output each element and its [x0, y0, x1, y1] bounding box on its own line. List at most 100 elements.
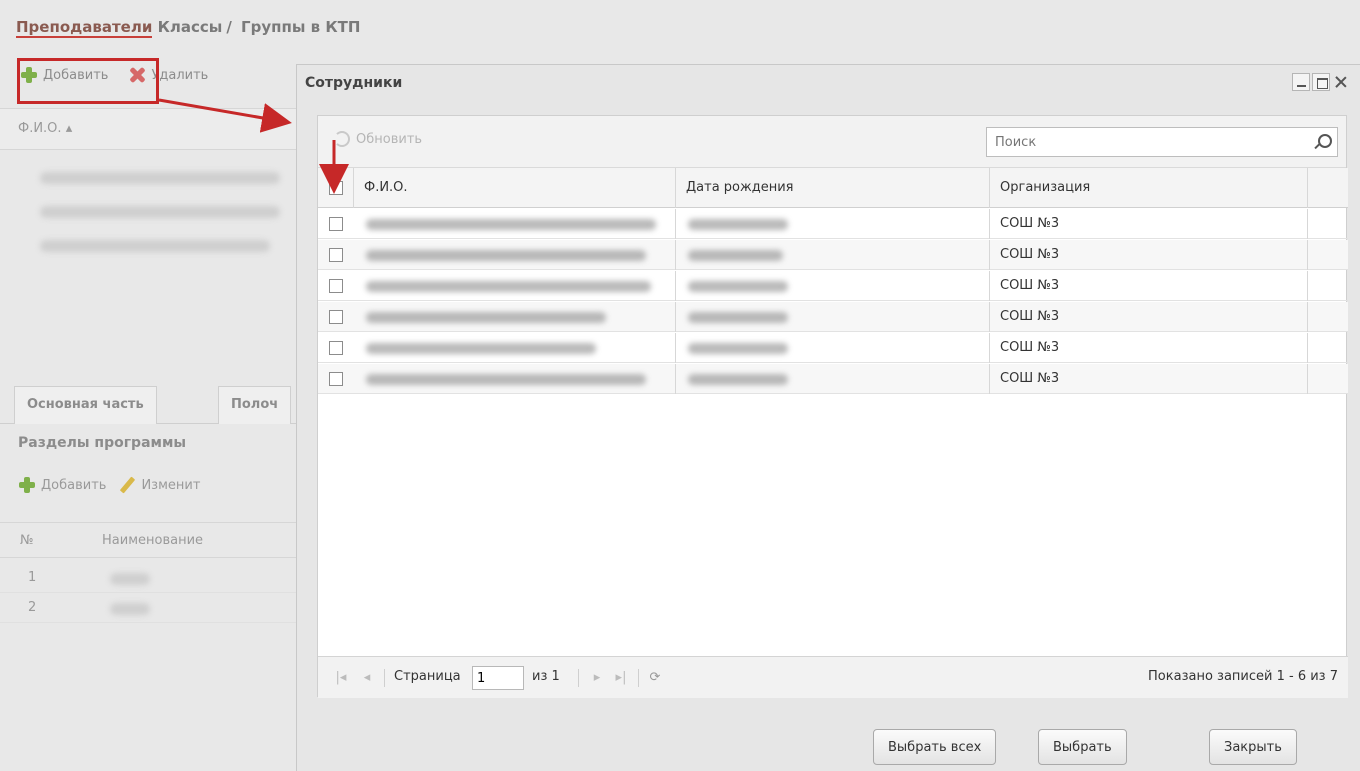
section-edit-label: Изменит — [141, 477, 201, 493]
fio-cell — [354, 364, 676, 394]
table-row[interactable]: СОШ №3 — [318, 333, 1348, 363]
row-checkbox[interactable] — [329, 372, 343, 386]
table-row[interactable]: СОШ №3 — [318, 302, 1348, 332]
row-checkbox[interactable] — [329, 217, 343, 231]
grid-header: Ф.И.О. Дата рождения Организация — [318, 168, 1348, 208]
breadcrumb-classes[interactable]: Классы — [158, 18, 223, 36]
window-title: Сотрудники — [305, 75, 403, 91]
section-edit-button[interactable]: Изменит — [118, 476, 200, 494]
section-row-num: 1 — [28, 570, 37, 585]
pager-separator — [384, 669, 385, 687]
maximize-icon[interactable] — [1312, 73, 1330, 91]
col-fio-header[interactable]: Ф.И.О. — [354, 168, 676, 208]
table-row[interactable]: СОШ №3 — [318, 240, 1348, 270]
birth-cell — [676, 302, 990, 332]
refresh-button[interactable]: Обновить — [334, 131, 422, 147]
select-all-button[interactable]: Выбрать всех — [873, 729, 997, 765]
org-cell: СОШ №3 — [990, 333, 1308, 363]
select-button[interactable]: Выбрать — [1038, 729, 1127, 765]
window-controls — [1292, 73, 1350, 91]
row-checkbox[interactable] — [329, 341, 343, 355]
employees-window: Сотрудники Обновить Ф.И.О. Дата рождения… — [296, 64, 1360, 771]
row-checkbox[interactable] — [329, 248, 343, 262]
refresh-label: Обновить — [356, 131, 423, 147]
pager-separator — [578, 669, 579, 687]
blurred-fio — [366, 250, 646, 261]
fio-cell — [354, 209, 676, 239]
search-icon[interactable] — [1313, 133, 1332, 151]
delete-label: Удалить — [151, 67, 209, 83]
sections-toolbar: Добавить Изменит — [18, 476, 200, 494]
blurred-teacher-row[interactable] — [40, 172, 280, 184]
close-icon[interactable] — [1332, 73, 1350, 91]
last-page-icon[interactable]: ▸| — [614, 671, 628, 685]
grid-toolbar: Обновить — [318, 116, 1346, 168]
table-row[interactable]: СОШ №3 — [318, 271, 1348, 301]
search-input[interactable] — [987, 128, 1287, 156]
section-row[interactable]: 2 — [0, 593, 300, 623]
reload-icon[interactable]: ⟳ — [648, 671, 662, 685]
blurred-birthdate — [688, 281, 788, 292]
tab-second[interactable]: Полоч — [218, 386, 292, 424]
row-checkbox[interactable] — [329, 310, 343, 324]
col-num-header[interactable]: № — [20, 533, 34, 548]
section-add-button[interactable]: Добавить — [18, 476, 106, 494]
teachers-fio-header[interactable]: Ф.И.О. ▴ — [0, 108, 300, 150]
page-of-label: из 1 — [532, 669, 560, 684]
minimize-icon[interactable] — [1292, 73, 1310, 91]
birth-cell — [676, 364, 990, 394]
table-row[interactable]: СОШ №3 — [318, 209, 1348, 239]
blurred-fio — [366, 219, 656, 230]
fio-cell — [354, 333, 676, 363]
sort-icon: ▴ — [65, 121, 73, 136]
blurred-birthdate — [688, 250, 783, 261]
refresh-icon — [334, 131, 350, 147]
page-label: Страница — [394, 669, 461, 684]
first-page-icon[interactable]: |◂ — [334, 671, 348, 685]
next-page-icon[interactable]: ▸ — [590, 671, 604, 685]
blurred-teacher-row[interactable] — [40, 206, 280, 218]
tab-bar: Основная часть Полоч — [0, 378, 300, 424]
blurred-section-name — [110, 573, 150, 585]
employees-grid: Обновить Ф.И.О. Дата рождения Организаци… — [317, 115, 1348, 698]
close-button[interactable]: Закрыть — [1209, 729, 1297, 765]
breadcrumb: Преподаватели Классы / Группы в КТП — [16, 18, 360, 38]
fio-header-label: Ф.И.О. — [18, 121, 62, 136]
table-row[interactable]: СОШ №3 — [318, 364, 1348, 394]
page-number-input[interactable] — [472, 666, 524, 690]
blurred-fio — [366, 281, 651, 292]
fio-cell — [354, 240, 676, 270]
fio-cell — [354, 271, 676, 301]
tab-main-part[interactable]: Основная часть — [14, 386, 157, 424]
paging-summary: Показано записей 1 - 6 из 7 — [1148, 669, 1338, 684]
breadcrumb-separator: / — [226, 18, 232, 36]
col-org-header[interactable]: Организация — [990, 168, 1308, 208]
prev-page-icon[interactable]: ◂ — [360, 671, 374, 685]
blurred-fio — [366, 312, 606, 323]
col-birth-header[interactable]: Дата рождения — [676, 168, 990, 208]
blurred-birthdate — [688, 343, 788, 354]
birth-cell — [676, 240, 990, 270]
pencil-icon — [118, 476, 136, 494]
blurred-birthdate — [688, 312, 788, 323]
blurred-birthdate — [688, 219, 788, 230]
col-name-header[interactable]: Наименование — [102, 533, 203, 548]
breadcrumb-teachers[interactable]: Преподаватели — [16, 18, 153, 38]
section-row-num: 2 — [28, 600, 37, 615]
breadcrumb-groups[interactable]: Группы в КТП — [241, 18, 360, 36]
search-box — [986, 127, 1338, 157]
select-all-header — [318, 168, 354, 208]
section-row[interactable]: 1 — [0, 563, 300, 593]
blurred-fio — [366, 343, 596, 354]
row-checkbox[interactable] — [329, 279, 343, 293]
fio-cell — [354, 302, 676, 332]
paging-toolbar: |◂ ◂ Страница из 1 ▸ ▸| ⟳ Показано запис… — [318, 656, 1348, 698]
blurred-fio — [366, 374, 646, 385]
add-icon — [18, 476, 36, 494]
add-button-highlight — [17, 58, 159, 104]
birth-cell — [676, 209, 990, 239]
blurred-teacher-row[interactable] — [40, 240, 270, 252]
select-all-checkbox[interactable] — [329, 181, 343, 195]
blurred-birthdate — [688, 374, 788, 385]
org-cell: СОШ №3 — [990, 302, 1308, 332]
